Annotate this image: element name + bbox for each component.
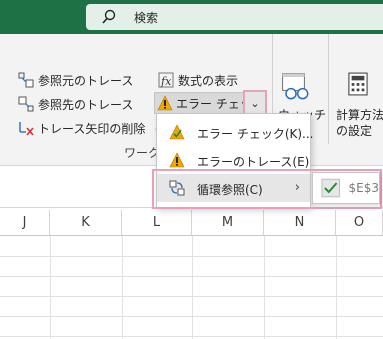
trace-precedents-icon bbox=[18, 72, 34, 88]
circular-reference-cell: $E$3 bbox=[348, 181, 380, 195]
calculator-icon bbox=[348, 72, 368, 96]
search-box[interactable]: 検索 bbox=[86, 4, 383, 30]
grid-col-line bbox=[122, 236, 123, 339]
trace-dependents-icon bbox=[18, 96, 34, 112]
warning-icon bbox=[169, 152, 185, 168]
checkbox-checked-icon bbox=[321, 178, 341, 198]
column-header[interactable]: M bbox=[192, 210, 264, 236]
trace-precedents-label: 参照元のトレース bbox=[38, 73, 134, 88]
ribbon-divider bbox=[328, 34, 329, 144]
calc-options-button[interactable]: 計算方法 の設定 bbox=[334, 72, 383, 138]
show-formulas-button[interactable]: fx 数式の表示 bbox=[158, 70, 238, 90]
search-label: 検索 bbox=[134, 11, 159, 25]
trace-dependents-button[interactable]: 参照先のトレース bbox=[18, 94, 133, 114]
remove-arrows-icon bbox=[19, 122, 34, 136]
grid-col-line bbox=[336, 236, 337, 339]
show-formulas-label: 数式の表示 bbox=[178, 73, 239, 88]
grid-col-line bbox=[192, 236, 193, 339]
title-bar: 検索 bbox=[0, 0, 383, 34]
group-label: ワーク bbox=[124, 146, 161, 160]
remove-arrows-button[interactable]: トレース矢印の削除 ⌄ bbox=[18, 118, 162, 138]
chevron-down-icon: ⌄ bbox=[250, 96, 260, 110]
menu-item-error-checking[interactable]: エラー チェック(K)... bbox=[157, 118, 314, 146]
grid-col-line bbox=[264, 236, 265, 339]
watch-window-icon bbox=[282, 73, 309, 100]
error-check-icon bbox=[169, 124, 185, 140]
circular-reference-submenu[interactable]: $E$3 bbox=[312, 172, 380, 204]
column-header[interactable]: J bbox=[0, 210, 50, 236]
column-header[interactable]: L bbox=[122, 210, 192, 236]
column-header[interactable]: K bbox=[50, 210, 122, 236]
grid-col-line bbox=[50, 236, 51, 339]
column-header[interactable]: O bbox=[336, 210, 383, 236]
calc-options-label-2: の設定 bbox=[336, 124, 373, 138]
trace-precedents-button[interactable]: 参照元のトレース bbox=[18, 70, 133, 90]
menu-item-label: エラーのトレース(E) bbox=[197, 155, 310, 169]
show-formulas-icon: fx bbox=[158, 72, 174, 88]
watch-window-button[interactable]: ウォッチ bbox=[276, 72, 326, 122]
remove-arrows-label: トレース矢印の削除 bbox=[38, 121, 146, 136]
calc-options-label-1: 計算方法 bbox=[336, 108, 383, 122]
trace-dependents-label: 参照先のトレース bbox=[38, 97, 134, 112]
column-header[interactable]: N bbox=[264, 210, 336, 236]
menu-item-label: エラー チェック(K)... bbox=[197, 127, 314, 141]
svg-text:fx: fx bbox=[160, 75, 172, 88]
error-check-icon bbox=[157, 95, 173, 111]
search-icon bbox=[102, 9, 116, 24]
